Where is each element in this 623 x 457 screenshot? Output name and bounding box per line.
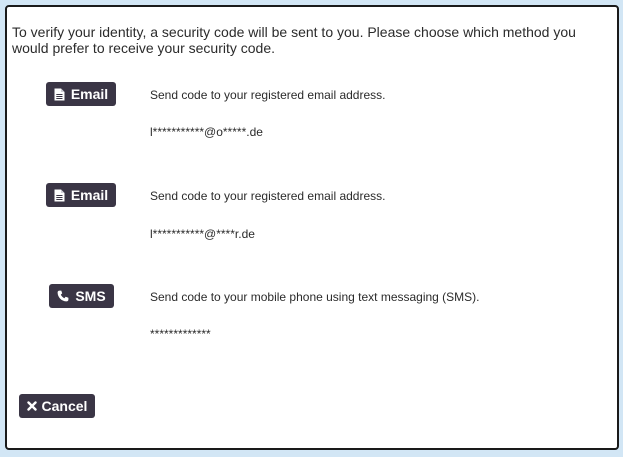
method-description-2: Send code to your registered email addre… <box>150 189 386 203</box>
cancel-button-label: Cancel <box>41 398 88 414</box>
email-method-button-2[interactable]: Email <box>46 183 116 207</box>
masked-email-2: l***********@****r.de <box>150 227 255 241</box>
sms-button-label: SMS <box>75 288 106 304</box>
masked-email-1: l***********@o*****.de <box>150 125 263 139</box>
email-button-label: Email <box>70 86 109 102</box>
method-description-1: Send code to your registered email addre… <box>150 88 386 102</box>
phone-icon <box>57 290 69 302</box>
sms-method-button[interactable]: SMS <box>49 284 114 308</box>
document-icon <box>54 189 65 202</box>
masked-phone: ************* <box>150 327 211 341</box>
cancel-button[interactable]: Cancel <box>19 394 95 418</box>
intro-text: To verify your identity, a security code… <box>12 24 576 56</box>
email-method-button-1[interactable]: Email <box>46 82 116 106</box>
verification-dialog: To verify your identity, a security code… <box>5 5 619 450</box>
document-icon <box>54 88 65 101</box>
method-description-3: Send code to your mobile phone using tex… <box>150 290 480 304</box>
email-button-label: Email <box>70 187 109 203</box>
close-icon <box>26 401 37 411</box>
